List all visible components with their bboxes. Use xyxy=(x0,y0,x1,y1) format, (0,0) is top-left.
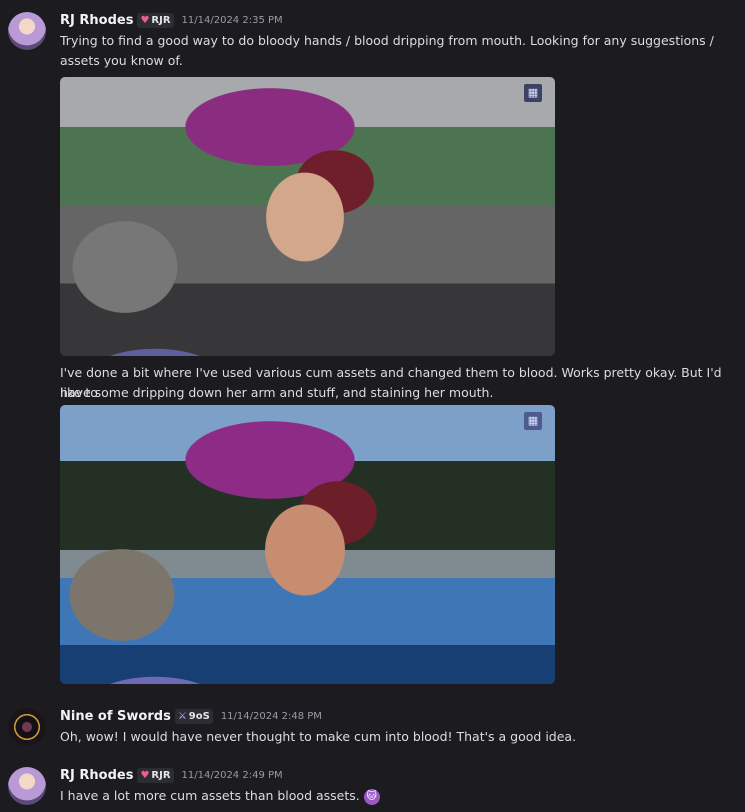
role-tag-label: 9oS xyxy=(188,710,210,722)
timestamp: 11/14/2024 2:35 PM xyxy=(181,14,283,26)
role-tag-label: RJR xyxy=(151,769,171,781)
message-text-line: Oh, wow! I would have never thought to m… xyxy=(60,729,577,744)
message-text-line: assets you know of. xyxy=(60,53,183,68)
message-header: RJ Rhodes ♥ RJR 11/14/2024 2:35 PM xyxy=(60,10,283,30)
author-name[interactable]: RJ Rhodes xyxy=(60,13,133,28)
message-text-line: have some dripping down her arm and stuf… xyxy=(60,385,494,400)
author-name[interactable]: Nine of Swords xyxy=(60,709,171,724)
image-attachment-mermaid-render-1[interactable]: ▦ xyxy=(60,77,555,356)
role-tag-label: RJR xyxy=(151,14,171,26)
avatar-rj-rhodes[interactable] xyxy=(8,767,46,805)
message-text-line: I have a lot more cum assets than blood … xyxy=(60,788,360,803)
message-header: Nine of Swords ⚔ 9oS 11/14/2024 2:48 PM xyxy=(60,706,322,726)
role-tag: ♥ RJR xyxy=(137,12,174,28)
image-attachment-mermaid-render-2[interactable]: ▦ xyxy=(60,405,555,684)
viewport-icon: ▦ xyxy=(524,84,542,102)
sword-icon: ⚔ xyxy=(177,710,187,722)
purple-cat-emoji-icon: 🐱 xyxy=(363,788,380,805)
message-text-line: Trying to find a good way to do bloody h… xyxy=(60,33,714,48)
viewport-icon: ▦ xyxy=(524,412,542,430)
role-tag: ⚔ 9oS xyxy=(174,708,213,724)
author-name[interactable]: RJ Rhodes xyxy=(60,768,133,783)
heart-icon: ♥ xyxy=(140,769,150,781)
message-text: I have a lot more cum assets than blood … xyxy=(60,786,733,806)
avatar-nine-of-swords[interactable] xyxy=(8,708,46,746)
heart-icon: ♥ xyxy=(140,14,150,26)
timestamp: 11/14/2024 2:49 PM xyxy=(181,769,283,781)
avatar-rj-rhodes[interactable] xyxy=(8,12,46,50)
message-header: RJ Rhodes ♥ RJR 11/14/2024 2:49 PM xyxy=(60,765,283,785)
timestamp: 11/14/2024 2:48 PM xyxy=(220,710,322,722)
role-tag: ♥ RJR xyxy=(137,767,174,783)
